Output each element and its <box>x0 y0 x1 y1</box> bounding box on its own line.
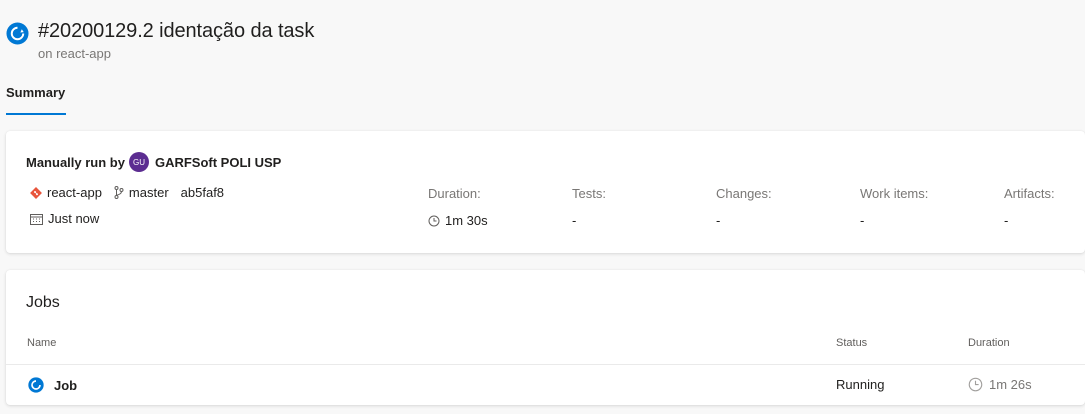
page-header: #20200129.2 identação da task on react-a… <box>6 18 314 61</box>
column-header-status: Status <box>836 337 868 349</box>
run-by-label: Manually run by <box>26 154 125 170</box>
running-status-icon <box>28 377 44 393</box>
tab-summary[interactable]: Summary <box>6 85 67 115</box>
avatar[interactable]: GU <box>128 152 149 172</box>
job-duration-value: 1m 26s <box>989 377 1032 392</box>
header-divider <box>6 364 1085 365</box>
stat-artifacts: Artifacts: - <box>1004 186 1055 228</box>
git-repo-icon <box>30 186 42 199</box>
job-status: Running <box>836 377 885 392</box>
source-row: react-app master ab5faf8 <box>30 185 224 200</box>
tab-bar: Summary <box>6 84 67 115</box>
calendar-icon <box>30 213 43 225</box>
branch-icon <box>114 186 124 199</box>
jobs-title: Jobs <box>26 294 60 311</box>
stat-duration: Duration: 1m 30s <box>428 186 488 228</box>
user-name[interactable]: GARFSoft POLI USP <box>155 155 281 170</box>
stat-work-items: Work items: - <box>860 186 928 228</box>
stat-work-items-label: Work items: <box>860 186 929 201</box>
column-header-name: Name <box>27 337 57 349</box>
commit-link[interactable]: ab5faf8 <box>181 185 224 200</box>
stat-work-items-value: - <box>860 213 865 228</box>
clock-icon <box>428 215 440 226</box>
clock-icon <box>968 377 983 392</box>
stat-changes-label: Changes: <box>716 186 772 201</box>
stat-changes-value: - <box>716 213 721 228</box>
run-by: Manually run by GU GARFSoft POLI USP <box>26 152 281 172</box>
branch-link[interactable]: master <box>129 185 169 200</box>
jobs-card: Jobs Name Status Duration Job Running 1m… <box>6 270 1085 405</box>
pipeline-subtitle: on react-app <box>38 46 111 61</box>
stat-tests-value: - <box>572 213 577 228</box>
stat-changes: Changes: - <box>716 186 772 228</box>
job-duration: 1m 26s <box>968 377 1032 392</box>
run-time: Just now <box>48 211 100 226</box>
time-row: Just now <box>30 211 99 226</box>
stat-artifacts-label: Artifacts: <box>1004 186 1055 201</box>
summary-card: Manually run by GU GARFSoft POLI USP rea… <box>6 131 1085 253</box>
stat-artifacts-value: - <box>1004 213 1009 228</box>
stat-duration-label: Duration: <box>428 186 481 201</box>
job-row[interactable]: Job <box>28 377 77 393</box>
column-header-duration: Duration <box>968 337 1010 349</box>
job-name[interactable]: Job <box>54 378 77 393</box>
repo-link[interactable]: react-app <box>47 185 102 200</box>
running-status-icon <box>6 22 29 45</box>
stat-duration-value: 1m 30s <box>445 213 488 228</box>
stat-tests: Tests: - <box>572 186 606 228</box>
page-title: #20200129.2 identação da task <box>38 20 315 42</box>
stat-tests-label: Tests: <box>572 186 606 201</box>
